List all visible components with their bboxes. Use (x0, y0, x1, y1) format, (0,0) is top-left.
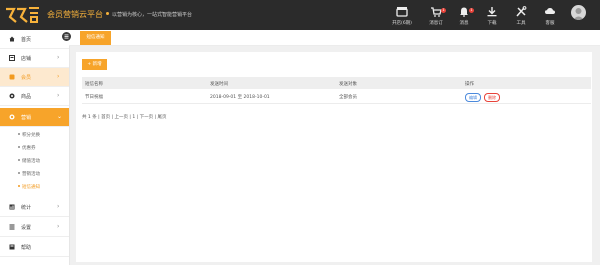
sidebar-subitem-label: 短信通知 (22, 185, 40, 190)
sidebar-subitem-points[interactable]: 积分兑换 (0, 128, 69, 141)
cloud-icon (545, 8, 555, 14)
sidebar-item-label: 首页 (21, 37, 32, 43)
pagination[interactable]: 共 1 条 | 首页 | 上一页 | 1 | 下一页 | 尾页 (82, 114, 166, 120)
row-target-cell: 全部会员 (339, 95, 357, 100)
sidebar-item-settings[interactable]: 设置 › (0, 218, 69, 237)
sidebar-subitem-label: 优惠券 (22, 146, 36, 151)
customer-service-label: 客服 (545, 21, 555, 26)
bullet-icon (18, 146, 20, 148)
column-header-actions: 操作 (465, 82, 474, 87)
customer-service-button[interactable]: 客服 (533, 4, 567, 28)
column-header-name: 短信名称 (85, 82, 103, 87)
tools-icon (516, 6, 527, 17)
member-icon (9, 74, 15, 80)
sidebar-item-label: 设置 (21, 225, 32, 231)
table-row: 节日祝福 2018-09-01 至 2018-10-01 全部会员 编辑 删除 (82, 90, 591, 104)
store-icon (396, 7, 408, 17)
order-badge: 1 (441, 8, 446, 13)
delete-button[interactable]: 删除 (484, 93, 500, 102)
platform-slogan: 以营销为核心，一站式智能营销平台 (112, 12, 193, 18)
sidebar-collapse-button[interactable] (62, 32, 71, 41)
user-avatar-icon (573, 8, 584, 20)
bullet-icon (18, 159, 20, 161)
notification-badge: 1 (469, 8, 474, 13)
bell-icon (460, 7, 468, 17)
sidebar-item-help[interactable]: 帮助 (0, 238, 69, 257)
sidebar-subitem-label: 营销活动 (22, 172, 40, 177)
sidebar-item-label: 商品 (21, 94, 32, 100)
chart-icon (9, 204, 15, 210)
sidebar-item-member[interactable]: 会员 › (0, 68, 69, 87)
sidebar-item-label: 店铺 (21, 56, 32, 62)
user-avatar[interactable] (571, 5, 586, 20)
bullet-icon (18, 133, 20, 135)
help-icon (9, 244, 15, 250)
sidebar-subitem-stored-value[interactable]: 储值活动 (0, 154, 69, 167)
row-name-cell: 节日祝福 (85, 95, 103, 100)
sidebar-item-shop[interactable]: 店铺 › (0, 49, 69, 68)
store-open-label: 开店(6期) (392, 21, 412, 26)
tab-sms-notice[interactable]: 短信通知 (80, 31, 111, 45)
goods-icon (9, 93, 15, 99)
sidebar-subitem-campaign[interactable]: 营销活动 (0, 167, 69, 180)
chevron-down-icon: ⌄ (57, 113, 63, 120)
chevron-right-icon: › (57, 223, 60, 230)
brand-logo-icon[interactable] (4, 5, 42, 25)
chevron-right-icon: › (57, 92, 60, 99)
cart-icon (431, 7, 442, 17)
sidebar-item-label: 统计 (21, 205, 32, 211)
sidebar-subitem-sms[interactable]: 短信通知 (0, 180, 69, 193)
row-time-cell: 2018-09-01 至 2018-10-01 (210, 95, 270, 100)
sidebar-item-goods[interactable]: 商品 › (0, 87, 69, 106)
add-button[interactable]: + 新增 (82, 59, 107, 70)
platform-name: 会员营销云平台 (47, 10, 103, 19)
list-icon (9, 224, 15, 230)
menu-icon (64, 34, 69, 39)
slogan-bullet-icon (106, 12, 109, 15)
main-panel: + 新增 短信名称 发送时间 发送对象 操作 节日祝福 2018-09-01 至… (76, 52, 592, 262)
sidebar-item-marketing[interactable]: 营销 ⌄ (0, 108, 69, 127)
sidebar-item-home[interactable]: 首页 (0, 30, 69, 49)
bullet-icon (18, 172, 20, 174)
sidebar-subitem-coupon[interactable]: 优惠券 (0, 141, 69, 154)
sidebar-subitem-label: 储值活动 (22, 159, 40, 164)
column-header-time: 发送时间 (210, 82, 228, 87)
edit-button[interactable]: 编辑 (465, 93, 481, 102)
chevron-right-icon: › (57, 203, 60, 210)
marketing-icon (9, 114, 15, 120)
download-icon (487, 7, 497, 17)
column-header-target: 发送对象 (339, 82, 357, 87)
chevron-right-icon: › (57, 54, 60, 61)
chevron-right-icon: › (57, 73, 60, 80)
sidebar-item-label: 会员 (21, 75, 32, 81)
bullet-icon (18, 185, 20, 187)
top-navigation-bar: 会员营销云平台 以营销为核心，一站式智能营销平台 开店(6期) 1 消息订 1 … (0, 0, 600, 30)
sidebar-item-statistics[interactable]: 统计 › (0, 198, 69, 217)
shop-icon (9, 55, 15, 61)
tab-bar: 短信通知 (69, 30, 600, 46)
table-header: 短信名称 发送时间 发送对象 操作 (82, 77, 591, 89)
sidebar: 首页 店铺 › 会员 › 商品 › 营销 ⌄ 积分兑换 优惠券 储值活动 营销活… (0, 30, 70, 265)
sidebar-item-label: 营销 (21, 115, 32, 121)
home-icon (9, 36, 15, 42)
sidebar-subitem-label: 积分兑换 (22, 133, 40, 138)
store-open-button[interactable]: 开店(6期) (385, 4, 419, 28)
sidebar-item-label: 帮助 (21, 245, 32, 251)
